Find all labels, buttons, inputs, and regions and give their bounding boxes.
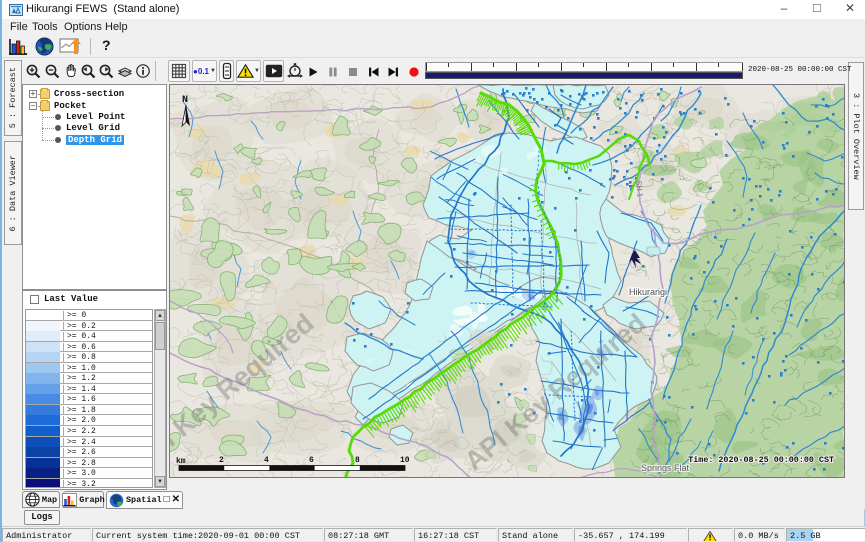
svg-text:4: 4 <box>264 456 269 465</box>
svg-text:Hikurangi: Hikurangi <box>629 287 667 297</box>
svg-text:SH 1: SH 1 <box>634 180 644 197</box>
svg-text:8: 8 <box>355 456 360 465</box>
svg-text:Springs Flat: Springs Flat <box>641 463 690 473</box>
svg-text:km: km <box>176 457 186 466</box>
svg-text:N: N <box>182 95 188 106</box>
svg-text:Time: 2020-08-25 00:00:00 CST: Time: 2020-08-25 00:00:00 CST <box>688 455 834 465</box>
svg-text:6: 6 <box>309 456 314 465</box>
svg-text:2: 2 <box>219 456 224 465</box>
svg-text:10: 10 <box>400 456 410 465</box>
